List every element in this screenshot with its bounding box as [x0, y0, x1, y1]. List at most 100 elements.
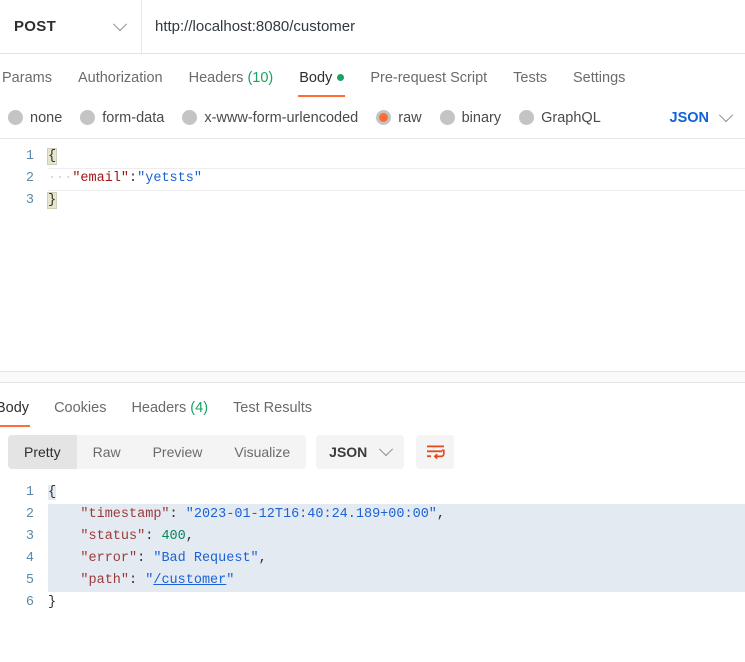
request-url-bar: POST http://localhost:8080/customer — [0, 0, 745, 54]
body-type-raw[interactable]: raw — [376, 109, 422, 126]
response-format-select[interactable]: JSON — [316, 435, 405, 469]
body-type-raw-label: raw — [398, 109, 422, 126]
response-tab-headers-label: Headers — [131, 400, 187, 416]
json-comma: , — [258, 551, 267, 566]
code-text: "error": "Bad Request", — [48, 548, 745, 570]
response-view-segments: Pretty Raw Preview Visualize — [8, 435, 307, 469]
chevron-down-icon — [379, 442, 394, 457]
json-key: "email" — [72, 171, 130, 186]
response-tab-body[interactable]: Body — [0, 400, 31, 427]
segment-visualize-label: Visualize — [234, 444, 291, 460]
close-brace: } — [46, 192, 58, 209]
tab-pre-request-script[interactable]: Pre-request Script — [370, 70, 487, 97]
radio-icon — [182, 110, 198, 125]
segment-visualize[interactable]: Visualize — [218, 435, 306, 469]
response-format-label: JSON — [329, 444, 368, 460]
tab-authorization[interactable]: Authorization — [78, 70, 163, 97]
response-tabs: Body Cookies Headers (4) Test Results — [0, 383, 745, 427]
tab-body[interactable]: Body — [298, 70, 346, 97]
body-type-none-label: none — [30, 109, 63, 126]
json-string-value: "yetsts" — [137, 171, 202, 186]
line-number: 2 — [25, 507, 34, 522]
segment-raw[interactable]: Raw — [77, 435, 137, 469]
body-type-binary-label: binary — [461, 109, 502, 126]
response-tab-cookies-label: Cookies — [54, 400, 107, 416]
tab-authorization-label: Authorization — [77, 70, 163, 86]
radio-icon — [519, 110, 535, 125]
json-key: "path" — [80, 573, 130, 588]
json-colon: : — [137, 551, 146, 566]
json-string-value: "Bad Request" — [153, 551, 259, 566]
segment-preview[interactable]: Preview — [137, 435, 219, 469]
code-line: 1 { — [0, 146, 745, 168]
tab-settings-label: Settings — [573, 70, 626, 86]
body-type-urlencoded-label: x-www-form-urlencoded — [204, 109, 359, 126]
line-number: 5 — [25, 573, 34, 588]
tab-body-label: Body — [299, 70, 333, 86]
tab-headers-count: (10) — [247, 70, 274, 86]
response-tab-headers[interactable]: Headers (4) — [131, 400, 208, 427]
word-wrap-icon — [426, 445, 445, 460]
line-number: 1 — [25, 485, 34, 500]
line-number: 3 — [25, 193, 34, 208]
body-type-none[interactable]: none — [8, 110, 62, 126]
body-modified-dot-icon — [337, 74, 345, 81]
code-text: "status": 400, — [48, 526, 745, 548]
request-body-editor[interactable]: 1 { 2 ···"email":"yetsts" 3 } — [0, 139, 745, 371]
body-type-binary[interactable]: binary — [439, 109, 502, 126]
radio-selected-icon — [376, 110, 392, 125]
line-number: 4 — [25, 551, 34, 566]
code-line: 4 "error": "Bad Request", — [0, 548, 745, 570]
line-number: 3 — [25, 529, 34, 544]
code-text: { — [46, 146, 745, 168]
code-text: } — [48, 592, 745, 614]
body-type-form-data[interactable]: form-data — [80, 110, 164, 126]
word-wrap-button[interactable] — [416, 435, 455, 469]
tab-tests-label: Tests — [513, 70, 548, 86]
json-quote-close: " — [226, 573, 235, 588]
response-tab-test-results[interactable]: Test Results — [233, 400, 312, 427]
body-type-row: none form-data x-www-form-urlencoded raw… — [0, 97, 745, 139]
body-type-graphql[interactable]: GraphQL — [519, 110, 601, 126]
body-format-select[interactable]: JSON — [670, 107, 734, 126]
json-comma: , — [185, 529, 194, 544]
body-type-graphql-label: GraphQL — [541, 109, 601, 126]
http-method-select[interactable]: POST — [0, 0, 142, 53]
segment-preview-label: Preview — [152, 444, 203, 460]
code-line: 3 "status": 400, — [0, 526, 745, 548]
body-type-urlencoded[interactable]: x-www-form-urlencoded — [182, 110, 358, 126]
response-body-viewer[interactable]: 1 { 2 "timestamp": "2023-01-12T16:40:24.… — [0, 477, 745, 614]
segment-pretty[interactable]: Pretty — [8, 435, 77, 469]
code-text: "timestamp": "2023-01-12T16:40:24.189+00… — [48, 504, 745, 526]
json-key: "timestamp" — [80, 507, 170, 522]
code-line: 2 ···"email":"yetsts" — [0, 168, 745, 190]
tab-params[interactable]: Params — [2, 70, 52, 97]
line-number: 2 — [25, 171, 34, 186]
url-input[interactable]: http://localhost:8080/customer — [142, 0, 745, 53]
json-colon: : — [129, 573, 138, 588]
tab-settings[interactable]: Settings — [573, 70, 625, 97]
code-line: 3 } — [0, 190, 745, 212]
radio-icon — [8, 110, 23, 125]
tab-headers[interactable]: Headers (10) — [189, 70, 274, 97]
tab-tests[interactable]: Tests — [513, 70, 547, 97]
json-key: "error" — [80, 551, 138, 566]
json-link-value[interactable]: /customer — [153, 573, 226, 588]
response-tab-cookies[interactable]: Cookies — [54, 400, 106, 427]
chevron-down-icon — [718, 107, 734, 122]
code-line: 5 "path": "/customer" — [0, 570, 745, 592]
request-tabs: Params Authorization Headers (10) Body P… — [0, 54, 745, 97]
json-colon: : — [145, 529, 154, 544]
radio-icon — [439, 110, 455, 125]
segment-pretty-label: Pretty — [24, 444, 61, 460]
json-comma: , — [436, 507, 446, 522]
tab-headers-label: Headers — [188, 70, 244, 86]
indent-guide: ··· — [48, 171, 73, 186]
tab-params-label: Params — [2, 70, 52, 86]
json-string-value: "2023-01-12T16:40:24.189+00:00" — [185, 507, 437, 522]
chevron-down-icon — [112, 16, 128, 31]
code-text: { — [48, 482, 745, 504]
code-line: 6 } — [0, 592, 745, 614]
open-brace: { — [46, 148, 58, 165]
body-type-form-data-label: form-data — [102, 109, 165, 126]
